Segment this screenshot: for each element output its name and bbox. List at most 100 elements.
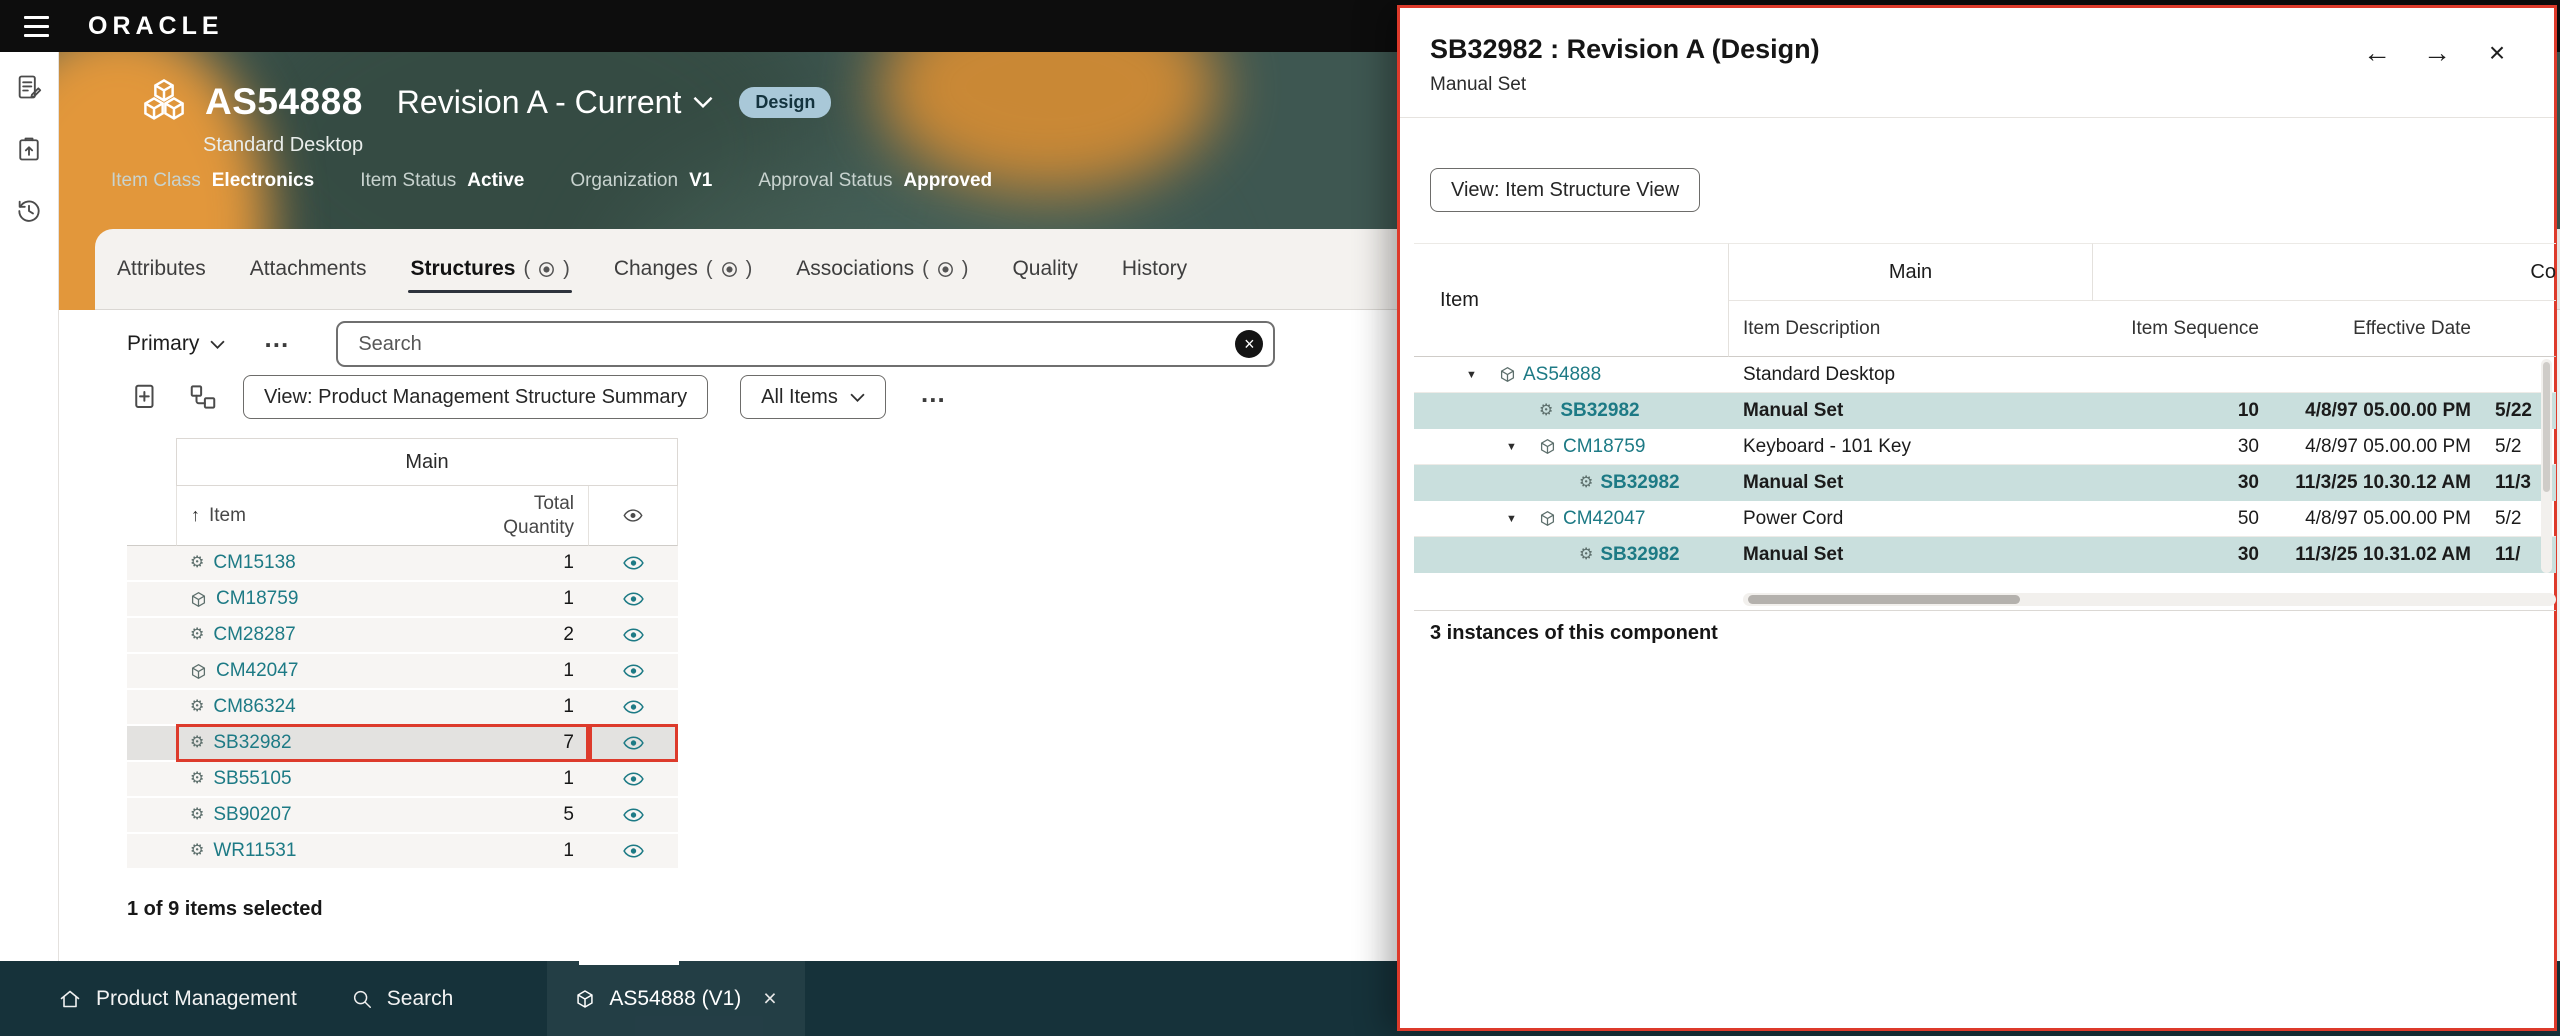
item-link[interactable]: CM18759 [216,588,298,610]
revision-label: Revision A - Current [397,84,682,121]
scrollbar-thumb[interactable] [2543,362,2550,492]
hamburger-menu-button[interactable] [16,9,56,43]
item-structure-view-button[interactable]: View: Item Structure View [1430,168,1700,212]
structure-select-dropdown[interactable]: Primary [127,332,225,356]
sidebar-tasks-button[interactable] [8,66,50,108]
eye-button[interactable] [623,736,644,750]
column-item-sequence[interactable]: Item Sequence [2093,301,2273,357]
item-link[interactable]: SB90207 [213,804,291,826]
status-dot-icon [538,261,555,278]
item-row-CM42047[interactable]: CM42047 1 [127,654,678,690]
eye-button[interactable] [623,664,644,678]
active-tab-indicator [579,961,679,965]
eye-button[interactable] [623,592,644,606]
collapse-caret-icon[interactable]: ▼ [1506,513,1532,525]
item-link[interactable]: CM15138 [213,552,295,574]
item-link[interactable]: SB32982 [1600,472,1679,494]
instance-row[interactable]: ⚙SB32982 Manual Set 30 11/3/25 10.30.12 … [1414,465,2556,501]
group-header-component: Co [2093,243,2556,301]
tab-changes[interactable]: Changes() [592,229,774,309]
column-header-item: Item [1414,243,1729,357]
eye-button[interactable] [623,772,644,786]
horizontal-scrollbar[interactable] [1743,593,2556,606]
item-cubes-icon [141,77,187,128]
table-more-button[interactable]: … [920,378,947,409]
sidebar-checkin-button[interactable] [8,128,50,170]
tab-quality[interactable]: Quality [990,229,1099,309]
scrollbar-thumb[interactable] [1748,595,2020,604]
column-header-visibility[interactable] [588,486,678,546]
instance-row[interactable]: ⚙SB32982 Manual Set 30 11/3/25 10.31.02 … [1414,537,2556,573]
status-dot-icon [937,261,954,278]
item-link[interactable]: CM28287 [213,624,295,646]
view-summary-button[interactable]: View: Product Management Structure Summa… [243,375,708,419]
eye-button[interactable] [623,808,644,822]
clear-search-button[interactable]: × [1235,330,1263,358]
item-row-CM86324[interactable]: ⚙CM86324 1 [127,690,678,726]
home-icon [58,987,82,1011]
item-row-CM28287[interactable]: ⚙CM28287 2 [127,618,678,654]
item-link[interactable]: CM42047 [216,660,298,682]
item-row-CM15138[interactable]: ⚙CM15138 1 [127,546,678,582]
cube-icon [575,989,595,1009]
next-instance-button[interactable]: → [2416,32,2458,74]
column-effective-date[interactable]: Effective Date [2273,301,2485,357]
column-header-total-quantity[interactable]: Total Quantity [474,486,588,546]
item-link[interactable]: CM42047 [1563,508,1645,530]
table-bottom-border [1414,610,2556,611]
item-link[interactable]: AS54888 [1523,364,1601,386]
instance-row[interactable]: ▼CM42047 Power Cord 50 4/8/97 05.00.00 P… [1414,501,2556,537]
item-row-SB32982[interactable]: ⚙SB32982 7 [127,726,678,762]
cube-icon [1499,366,1516,383]
item-row-CM18759[interactable]: CM18759 1 [127,582,678,618]
tab-structures[interactable]: Structures() [388,229,591,309]
eye-button[interactable] [623,844,644,858]
column-item-description[interactable]: Item Description [1729,301,2093,357]
sidebar-history-button[interactable] [8,190,50,232]
item-link[interactable]: CM18759 [1563,436,1645,458]
column-header-item[interactable]: ↑Item [176,486,474,546]
item-link[interactable]: SB32982 [213,732,291,754]
item-link[interactable]: SB32982 [1560,400,1639,422]
open-item-tab[interactable]: AS54888 (V1) × [547,961,804,1036]
collapse-caret-icon[interactable]: ▼ [1466,369,1492,381]
create-item-icon-button[interactable] [127,379,163,415]
vertical-scrollbar[interactable] [2541,359,2552,573]
instance-row[interactable]: ▼AS54888 Standard Desktop [1414,357,2556,393]
previous-instance-button[interactable]: ← [2356,32,2398,74]
taskbar-search[interactable]: Search [351,987,454,1011]
hierarchy-icon-button[interactable] [185,379,221,415]
item-link[interactable]: WR11531 [213,840,296,862]
meta-value: Approved [903,170,992,192]
instance-row[interactable]: ▼CM18759 Keyboard - 101 Key 30 4/8/97 05… [1414,429,2556,465]
total-quantity-cell: 1 [474,690,588,724]
item-link[interactable]: SB32982 [1600,544,1679,566]
total-quantity-cell: 1 [474,762,588,796]
search-input[interactable] [356,332,1235,357]
gear-icon: ⚙ [1579,475,1593,491]
item-description-cell: Manual Set [1729,465,2093,500]
close-tab-icon[interactable]: × [763,985,776,1012]
tab-associations[interactable]: Associations() [774,229,990,309]
product-management-home[interactable]: Product Management [58,987,297,1011]
instance-row[interactable]: ⚙SB32982 Manual Set 10 4/8/97 05.00.00 P… [1414,393,2556,429]
tab-history[interactable]: History [1100,229,1209,309]
tab-attributes[interactable]: Attributes [95,229,228,309]
close-panel-button[interactable]: × [2476,32,2518,74]
filter-more-button[interactable]: … [263,323,290,354]
item-link[interactable]: SB55105 [213,768,291,790]
item-row-SB55105[interactable]: ⚙SB55105 1 [127,762,678,798]
meta-label: Item Status [360,170,456,192]
eye-button[interactable] [623,700,644,714]
item-sequence-cell: 50 [2093,501,2273,536]
tab-attachments[interactable]: Attachments [228,229,389,309]
meta-field: Approval StatusApproved [758,170,992,192]
eye-button[interactable] [623,556,644,570]
revision-dropdown[interactable]: Revision A - Current [397,84,714,121]
item-row-WR11531[interactable]: ⚙WR11531 1 [127,834,678,870]
item-link[interactable]: CM86324 [213,696,295,718]
item-row-SB90207[interactable]: ⚙SB90207 5 [127,798,678,834]
collapse-caret-icon[interactable]: ▼ [1506,441,1532,453]
item-scope-dropdown[interactable]: All Items [740,375,886,419]
eye-button[interactable] [623,628,644,642]
